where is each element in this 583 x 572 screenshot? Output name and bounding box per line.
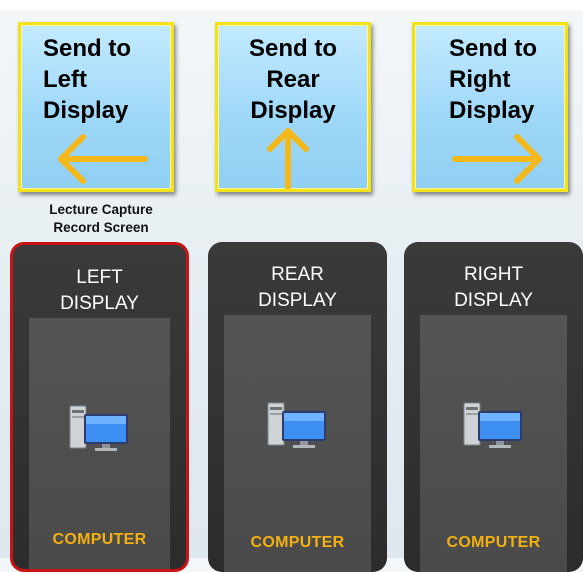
right-display-source: COMPUTER [446, 534, 541, 551]
send-to-left-display-button[interactable]: Send to Left Display [18, 22, 174, 192]
left-display-preview: COMPUTER [29, 318, 170, 569]
arrow-left-icon [58, 134, 148, 184]
right-display-title: RIGHT DISPLAY [454, 264, 533, 311]
lecture-capture-label: Lecture Capture Record Screen [49, 202, 153, 235]
rear-display-source: COMPUTER [250, 534, 345, 551]
send-rear-label: Send to Rear Display [249, 35, 337, 124]
right-display-preview: COMPUTER [420, 315, 567, 572]
send-to-rear-display-button[interactable]: Send to Rear Display [215, 22, 371, 192]
rear-display-title: REAR DISPLAY [258, 264, 337, 311]
top-band [0, 0, 583, 10]
rear-display-panel[interactable]: REAR DISPLAY COMPUTER [208, 242, 387, 572]
left-display-panel[interactable]: LEFT DISPLAY COMPUTER [10, 242, 189, 572]
left-display-source: COMPUTER [52, 531, 147, 548]
rear-display-preview: COMPUTER [224, 315, 371, 572]
send-left-label: Send to Left Display [43, 35, 131, 124]
computer-icon [267, 402, 326, 448]
send-right-label: Send to Right Display [449, 35, 537, 124]
send-to-right-display-button[interactable]: Send to Right Display [412, 22, 568, 192]
left-display-title: LEFT DISPLAY [60, 267, 139, 314]
arrow-right-icon [452, 134, 542, 184]
computer-icon [463, 402, 522, 448]
arrow-up-icon [267, 128, 309, 189]
computer-icon [69, 405, 128, 451]
right-display-panel[interactable]: RIGHT DISPLAY COMPUTER [404, 242, 583, 572]
